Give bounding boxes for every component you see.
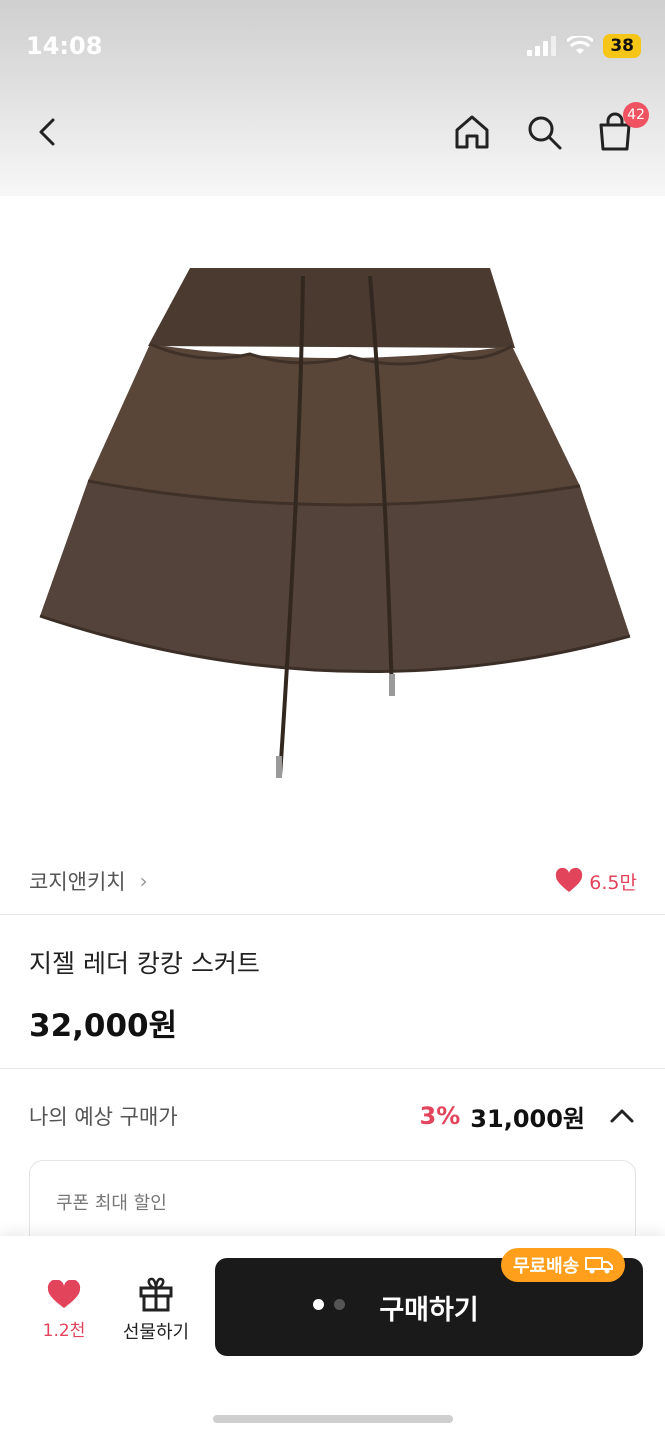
- cart-count-badge: 42: [623, 102, 649, 128]
- wishlist-count: 1.2천: [42, 1321, 86, 1341]
- carousel-dots: [313, 1299, 345, 1310]
- wifi-icon: [567, 36, 594, 54]
- discount-rate: 3%: [419, 1102, 461, 1130]
- brand-name: 코지앤키치: [29, 870, 126, 894]
- like-count-value: 6.5만: [589, 871, 637, 894]
- free-shipping-label: 무료배송: [513, 1256, 580, 1277]
- battery-indicator: 38: [603, 34, 641, 58]
- status-time: 14:08: [26, 32, 103, 60]
- carousel-dot: [334, 1299, 345, 1310]
- top-nav-bar: 42: [0, 96, 665, 196]
- like-count: 6.5만: [555, 868, 637, 895]
- heart-icon: [47, 1280, 81, 1308]
- expected-price-values: 3% 31,000원: [420, 1099, 635, 1134]
- home-indicator: [213, 1415, 453, 1423]
- search-icon: [528, 116, 562, 150]
- chevron-left-icon: [39, 118, 55, 146]
- expected-price-value: 31,000원: [470, 1104, 585, 1133]
- gift-label: 선물하기: [122, 1322, 190, 1343]
- home-icon: [455, 115, 489, 149]
- cellular-signal-icon: [527, 36, 557, 56]
- chevron-up-icon[interactable]: [609, 1108, 635, 1124]
- coupon-label: 쿠폰 최대 할인: [56, 1193, 167, 1214]
- chevron-right-icon: ›: [139, 869, 148, 893]
- search-button[interactable]: [522, 110, 566, 154]
- carousel-dot: [313, 1299, 324, 1310]
- status-bar: 14:08 38: [0, 0, 665, 100]
- brand-row: 코지앤키치 › 6.5만: [0, 848, 665, 914]
- cart-button[interactable]: 42: [593, 102, 649, 154]
- wishlist-button[interactable]: 1.2천: [32, 1280, 96, 1341]
- gift-icon: [139, 1277, 173, 1312]
- expected-price-label: 나의 예상 구매가: [29, 1105, 178, 1129]
- product-name: 지젤 레더 캉캉 스커트: [29, 949, 260, 978]
- brand-link[interactable]: 코지앤키치 ›: [29, 866, 148, 896]
- divider: [0, 1068, 665, 1069]
- back-button[interactable]: [26, 110, 70, 154]
- heart-icon: [556, 868, 583, 892]
- home-button[interactable]: [450, 110, 494, 154]
- buy-label: 구매하기: [379, 1294, 479, 1326]
- free-shipping-badge: 무료배송: [501, 1248, 626, 1282]
- product-image[interactable]: [0, 196, 665, 836]
- expected-price-row[interactable]: 나의 예상 구매가 3% 31,000원: [0, 1088, 665, 1144]
- gift-button[interactable]: 선물하기: [116, 1276, 196, 1344]
- skirt-illustration: [39, 268, 631, 778]
- product-price: 32,000원: [29, 1008, 178, 1044]
- status-icons: 38: [527, 34, 641, 58]
- divider: [0, 914, 665, 915]
- truck-icon: [585, 1257, 614, 1274]
